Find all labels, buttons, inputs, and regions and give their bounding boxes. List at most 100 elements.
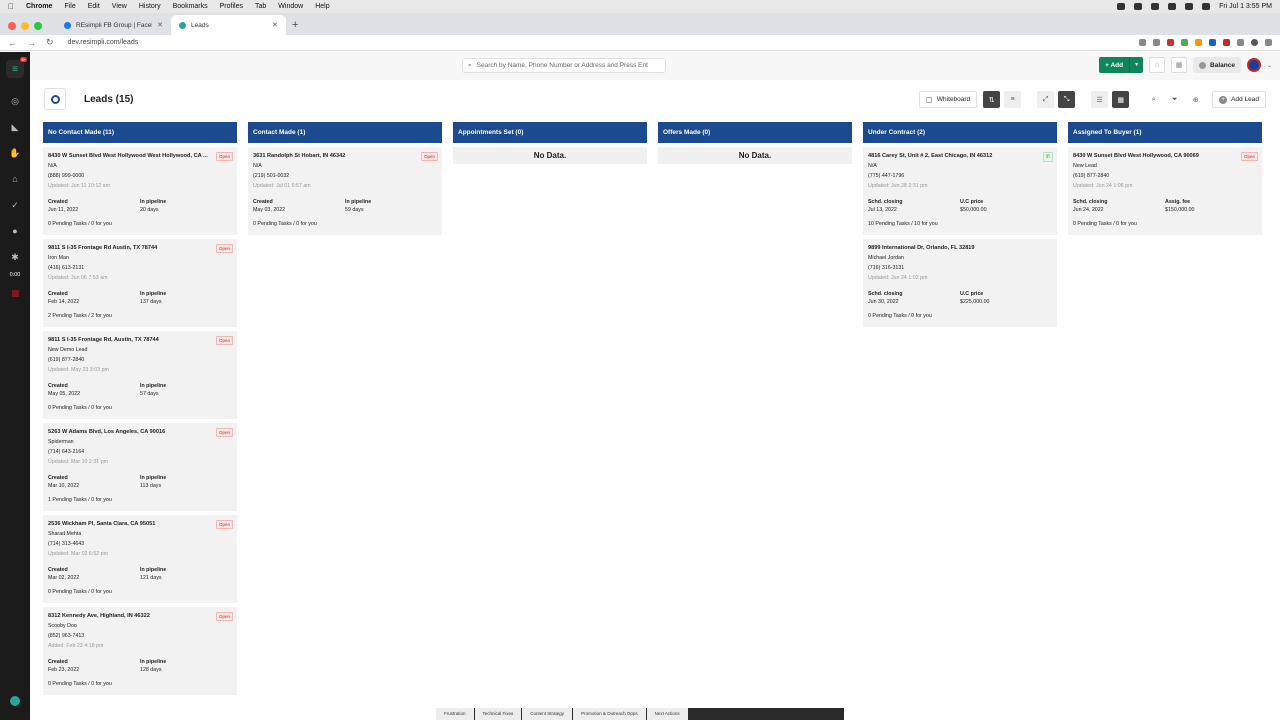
home-icon[interactable]: ⌂ (0, 166, 30, 192)
close-tab-icon[interactable]: ✕ (157, 21, 163, 29)
avatar[interactable] (1246, 58, 1261, 72)
leads-hand-icon[interactable]: ✋ (0, 140, 30, 166)
wifi-icon[interactable] (1185, 3, 1194, 10)
lead-phone[interactable]: (619) 877-2840 (1073, 171, 1257, 181)
add-button[interactable]: + Add ▼ (1099, 57, 1144, 73)
extension-icon[interactable] (1223, 39, 1230, 46)
app-menu[interactable]: Chrome (26, 3, 52, 10)
status-icon[interactable] (1134, 3, 1143, 10)
list-view-icon[interactable]: ☰ (1091, 91, 1109, 108)
lead-address[interactable]: 9899 International Dr, Orlando, FL 32819 (868, 244, 1033, 253)
lead-address[interactable]: 8430 W Sunset Blvd West Hollywood West H… (48, 152, 213, 161)
pending-tasks[interactable]: 0 Pending Tasks / 0 for you (48, 681, 232, 687)
lead-address[interactable]: 2536 Wickham Pl, Santa Clara, CA 95051 (48, 520, 213, 529)
apple-icon[interactable]:  (8, 2, 14, 11)
pending-tasks[interactable]: 10 Pending Tasks / 10 for you (868, 221, 1052, 227)
close-tab-icon[interactable]: ✕ (272, 21, 278, 29)
bottom-tab[interactable]: Technical Fixes (474, 708, 522, 720)
bottom-tab[interactable]: Promotion & Outreach Opps (573, 708, 646, 720)
forward-icon[interactable]: → (27, 38, 36, 48)
lead-card[interactable]: 5263 W Adams Blvd, Los Angeles, CA 90016… (43, 423, 237, 511)
column-header[interactable]: Assigned To Buyer (1) (1068, 122, 1262, 143)
lead-address[interactable]: 3631 Randolph St Hobart, IN 46342 (253, 152, 418, 161)
lead-phone[interactable]: (775) 447-1796 (868, 171, 1052, 181)
search-icon[interactable]: ⌕ (1145, 91, 1162, 108)
extension-icon[interactable] (1167, 39, 1174, 46)
expand-icon[interactable]: ⤢ (1037, 91, 1055, 108)
column-header[interactable]: Under Contract (2) (863, 122, 1057, 143)
menu-file[interactable]: File (64, 3, 75, 10)
search-input[interactable]: ⌕ Search by Name, Phone Number or Addres… (462, 58, 666, 73)
whiteboard-toggle[interactable]: Whiteboard (918, 91, 978, 108)
lead-phone[interactable]: (416) 613-2131 (48, 263, 232, 273)
lead-phone[interactable]: (619) 877-2840 (48, 355, 232, 365)
checkbox-icon[interactable] (925, 96, 932, 103)
lead-address[interactable]: 9811 S I-35 Frontage Rd, Austin, TX 7874… (48, 336, 213, 345)
bottom-tab[interactable]: Content Strategy (522, 708, 573, 720)
tasks-check-icon[interactable]: ✓ (0, 192, 30, 218)
menu-tab[interactable]: Tab (255, 3, 266, 10)
column-header[interactable]: No Contact Made (11) (43, 122, 237, 143)
lead-address[interactable]: 9811 S I-35 Frontage Rd Austin, TX 78744 (48, 244, 213, 253)
minimize-window-icon[interactable] (21, 22, 29, 30)
add-lead-button[interactable]: + Add Lead (1212, 91, 1266, 108)
lead-address[interactable]: 8312 Kennedy Ave, Highland, IN 46322 (48, 612, 213, 621)
extensions-puzzle-icon[interactable] (1237, 39, 1244, 46)
pending-tasks[interactable]: 0 Pending Tasks / 0 for you (253, 221, 437, 227)
status-icon[interactable] (1117, 3, 1126, 10)
bottom-tab[interactable]: Next Actions (646, 708, 688, 720)
chat-icon[interactable] (10, 696, 20, 706)
lead-phone[interactable]: (888) 999-0000 (48, 171, 232, 181)
new-tab-icon[interactable]: + (292, 19, 298, 31)
lead-phone[interactable]: (714) 643-2164 (48, 447, 232, 457)
battery-icon[interactable] (1202, 3, 1211, 10)
settings-icon[interactable]: ✱ (0, 244, 30, 270)
chevron-down-icon[interactable]: ⌄ (1267, 62, 1272, 69)
status-icon[interactable] (1168, 3, 1177, 10)
lead-card[interactable]: 8430 W Sunset Blvd West Hollywood West H… (43, 147, 237, 235)
menu-dots-icon[interactable] (1265, 39, 1272, 46)
column-header[interactable]: Contact Made (1) (248, 122, 442, 143)
back-icon[interactable]: ← (8, 38, 17, 48)
menu-edit[interactable]: Edit (88, 3, 100, 10)
pending-tasks[interactable]: 0 Pending Tasks / 0 for you (868, 313, 1052, 319)
lead-phone[interactable]: (716) 316-3131 (868, 263, 1052, 273)
star-icon[interactable] (1153, 39, 1160, 46)
lead-card[interactable]: 4816 Carey St, Unit # 2, East Chicago, I… (863, 147, 1057, 235)
tab-facebook[interactable]: REsimpli FB Group | Facebook ✕ (56, 15, 171, 35)
profile-icon[interactable] (1251, 39, 1258, 46)
lead-card[interactable]: 9899 International Dr, Orlando, FL 32819… (863, 239, 1057, 327)
tab-leads[interactable]: Leads ✕ (171, 15, 286, 35)
pending-tasks[interactable]: 2 Pending Tasks / 2 for you (48, 313, 232, 319)
url-field[interactable]: dev.resimpli.com/leads (68, 39, 139, 46)
chevron-down-icon[interactable]: ▼ (1129, 57, 1143, 73)
lead-address[interactable]: 5263 W Adams Blvd, Los Angeles, CA 90016 (48, 428, 213, 437)
column-header[interactable]: Appointments Set (0) (453, 122, 647, 143)
marketing-icon[interactable]: ◣ (0, 114, 30, 140)
extension-icon[interactable] (1195, 39, 1202, 46)
pending-tasks[interactable]: 0 Pending Tasks / 0 for you (1073, 221, 1257, 227)
pending-tasks[interactable]: 1 Pending Tasks / 0 for you (48, 497, 232, 503)
lead-phone[interactable]: (219) 501-0032 (253, 171, 437, 181)
balance-button[interactable]: Balance (1193, 57, 1241, 73)
column-header[interactable]: Offers Made (0) (658, 122, 852, 143)
menu-help[interactable]: Help (315, 3, 329, 10)
settings-icon[interactable]: ⊕ (1187, 91, 1204, 108)
menu-bookmarks[interactable]: Bookmarks (173, 3, 208, 10)
lead-card[interactable]: 8430 W Sunset Blvd West Hollywood, CA 90… (1068, 147, 1262, 235)
filter-icon[interactable]: ⏷ (1166, 91, 1183, 108)
sort-asc-icon[interactable]: ⇅ (983, 91, 1001, 108)
lead-card[interactable]: 8312 Kennedy Ave, Highland, IN 46322 Sco… (43, 607, 237, 695)
contacts-icon[interactable]: ● (0, 218, 30, 244)
pending-tasks[interactable]: 0 Pending Tasks / 0 for you (48, 221, 232, 227)
reload-icon[interactable]: ↻ (46, 37, 54, 48)
menu-view[interactable]: View (112, 3, 127, 10)
dashboard-icon[interactable]: ◎ (0, 88, 30, 114)
pending-tasks[interactable]: 0 Pending Tasks / 0 for you (48, 589, 232, 595)
bottom-tab[interactable]: Frustration (436, 708, 474, 720)
lead-card[interactable]: 9811 S I-35 Frontage Rd, Austin, TX 7874… (43, 331, 237, 419)
lead-phone[interactable]: (714) 313-4643 (48, 539, 232, 549)
sort-desc-icon[interactable]: ≡ (1004, 91, 1022, 108)
status-icon[interactable] (1151, 3, 1160, 10)
lead-phone[interactable]: (852) 963-7413 (48, 631, 232, 641)
